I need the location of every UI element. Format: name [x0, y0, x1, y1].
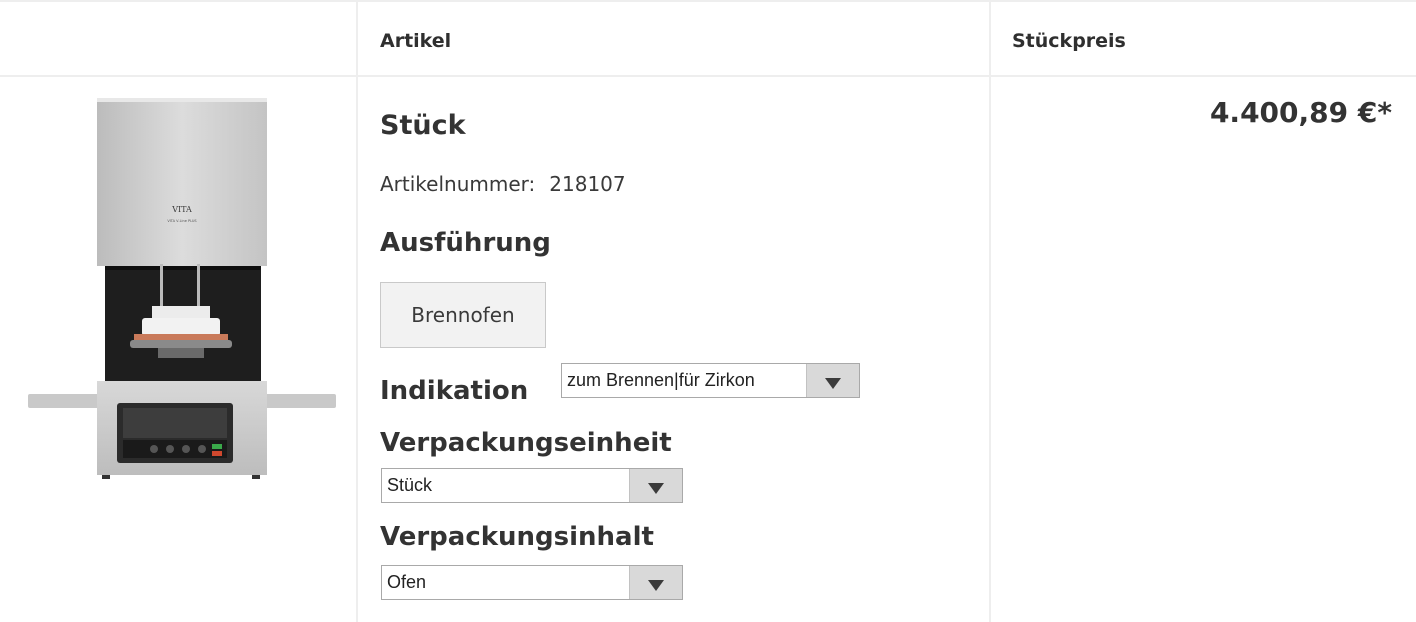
chevron-down-icon[interactable] [629, 566, 682, 599]
column-divider-2 [989, 0, 991, 622]
article-number-label: Artikelnummer: [380, 172, 536, 196]
image-brand: VITA [171, 205, 192, 214]
packaging-content-label: Verpackungsinhalt [380, 522, 654, 552]
table-header-divider [0, 75, 1416, 77]
unit-price: 4.400,89 €* [1209, 96, 1392, 129]
article-number-value: 218107 [549, 172, 626, 196]
packaging-unit-select-value: Stück [387, 475, 433, 495]
packaging-unit-select[interactable]: Stück [381, 468, 683, 503]
variant-option-brennofen[interactable]: Brennofen [380, 282, 546, 348]
chevron-down-icon[interactable] [629, 469, 682, 502]
table-top-border [0, 0, 1416, 2]
chevron-down-icon[interactable] [806, 364, 859, 397]
image-model: VITA V-Line PLUS [167, 219, 197, 223]
packaging-unit-label: Verpackungseinheit [380, 428, 672, 458]
column-divider-1 [356, 0, 358, 622]
column-header-article: Artikel [380, 30, 452, 52]
indication-select[interactable]: zum Brennen|für Zirkon [561, 363, 860, 398]
product-title: Stück [380, 110, 466, 141]
indication-label: Indikation [380, 376, 529, 406]
indication-select-value: zum Brennen|für Zirkon [567, 370, 755, 390]
variant-heading: Ausführung [380, 228, 551, 258]
furnace-product-image[interactable]: VITA VITA V-Line PLUS [24, 96, 340, 480]
packaging-content-select-value: Ofen [387, 572, 427, 592]
packaging-content-select[interactable]: Ofen [381, 565, 683, 600]
column-header-unit-price: Stückpreis [1012, 30, 1126, 52]
article-number-row: Artikelnummer: 218107 [380, 172, 626, 196]
